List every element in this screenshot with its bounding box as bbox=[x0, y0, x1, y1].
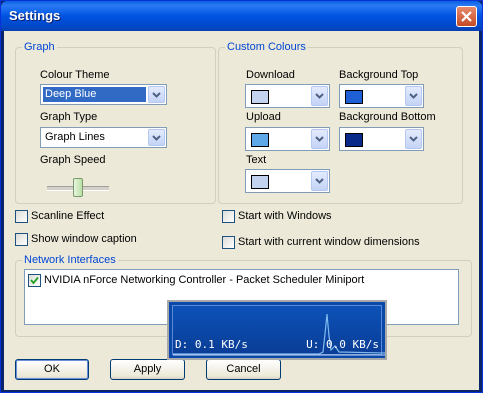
apply-button[interactable]: Apply bbox=[110, 359, 185, 380]
background-bottom-dropdown-button[interactable] bbox=[405, 129, 422, 149]
network-interface-checkbox[interactable] bbox=[28, 274, 41, 287]
download-readout: D: 0.1 KB/s bbox=[175, 338, 248, 351]
close-x-icon bbox=[461, 11, 472, 22]
download-colour-label: Download bbox=[246, 69, 295, 81]
show-window-caption-label[interactable]: Show window caption bbox=[31, 233, 137, 245]
start-with-dimensions-checkbox[interactable] bbox=[222, 236, 235, 249]
settings-window: Settings Graph Colour Theme Deep Blue Gr… bbox=[0, 0, 483, 393]
chevron-down-icon bbox=[409, 136, 418, 142]
scanline-effect-checkbox[interactable] bbox=[15, 210, 28, 223]
background-top-dropdown-button[interactable] bbox=[405, 86, 422, 106]
graph-speed-slider[interactable] bbox=[47, 178, 109, 198]
upload-colour-dropdown-button[interactable] bbox=[311, 129, 328, 149]
chevron-down-icon bbox=[315, 178, 324, 184]
graph-speed-label: Graph Speed bbox=[40, 154, 106, 166]
chevron-down-icon bbox=[152, 92, 161, 98]
cancel-button[interactable]: Cancel bbox=[206, 359, 281, 380]
colour-theme-label: Colour Theme bbox=[40, 69, 110, 81]
show-window-caption-checkbox[interactable] bbox=[15, 233, 28, 246]
text-colour-swatch bbox=[251, 175, 269, 189]
background-top-swatch bbox=[345, 90, 363, 104]
upload-colour-select[interactable] bbox=[245, 127, 330, 151]
upload-colour-label: Upload bbox=[246, 111, 281, 123]
ok-button[interactable]: OK bbox=[15, 359, 89, 380]
background-top-label: Background Top bbox=[339, 69, 419, 81]
download-colour-dropdown-button[interactable] bbox=[311, 86, 328, 106]
download-colour-swatch bbox=[251, 90, 269, 104]
graph-canvas: D: 0.1 KB/s U: 0.0 KB/s bbox=[172, 305, 385, 356]
custom-colours-legend: Custom Colours bbox=[225, 41, 308, 53]
scanline-effect-label[interactable]: Scanline Effect bbox=[31, 210, 104, 222]
background-top-select[interactable] bbox=[339, 84, 424, 108]
background-bottom-select[interactable] bbox=[339, 127, 424, 151]
start-with-dimensions-label[interactable]: Start with current window dimensions bbox=[238, 236, 420, 248]
slider-thumb[interactable] bbox=[73, 178, 83, 197]
client-area: Graph Colour Theme Deep Blue Graph Type … bbox=[4, 31, 479, 390]
upload-colour-swatch bbox=[251, 133, 269, 147]
graph-type-value: Graph Lines bbox=[45, 131, 105, 143]
download-colour-select[interactable] bbox=[245, 84, 330, 108]
start-with-windows-label[interactable]: Start with Windows bbox=[238, 210, 332, 222]
graph-type-select[interactable]: Graph Lines bbox=[40, 127, 167, 148]
graph-type-dropdown-button[interactable] bbox=[148, 129, 165, 146]
bandwidth-graph-preview: D: 0.1 KB/s U: 0.0 KB/s bbox=[167, 300, 387, 360]
chevron-down-icon bbox=[315, 136, 324, 142]
text-colour-select[interactable] bbox=[245, 169, 330, 193]
graph-group-legend: Graph bbox=[22, 41, 57, 53]
graph-type-label: Graph Type bbox=[40, 111, 98, 123]
title-bar[interactable]: Settings bbox=[1, 1, 482, 31]
colour-theme-dropdown-button[interactable] bbox=[148, 86, 165, 103]
chevron-down-icon bbox=[315, 93, 324, 99]
chevron-down-icon bbox=[409, 93, 418, 99]
network-interface-label: NVIDIA nForce Networking Controller - Pa… bbox=[44, 274, 365, 286]
window-title: Settings bbox=[9, 8, 61, 23]
close-button[interactable] bbox=[456, 6, 477, 27]
text-colour-label: Text bbox=[246, 154, 267, 166]
network-interfaces-legend: Network Interfaces bbox=[22, 254, 118, 266]
colour-theme-select[interactable]: Deep Blue bbox=[40, 84, 167, 105]
background-bottom-swatch bbox=[345, 133, 363, 147]
list-item[interactable]: NVIDIA nForce Networking Controller - Pa… bbox=[28, 274, 456, 288]
checkmark-icon bbox=[30, 276, 39, 285]
upload-readout: U: 0.0 KB/s bbox=[306, 338, 379, 351]
chevron-down-icon bbox=[152, 135, 161, 141]
colour-theme-value: Deep Blue bbox=[43, 87, 146, 102]
start-with-windows-checkbox[interactable] bbox=[222, 210, 235, 223]
text-colour-dropdown-button[interactable] bbox=[311, 171, 328, 191]
background-bottom-label: Background Bottom bbox=[339, 111, 436, 123]
